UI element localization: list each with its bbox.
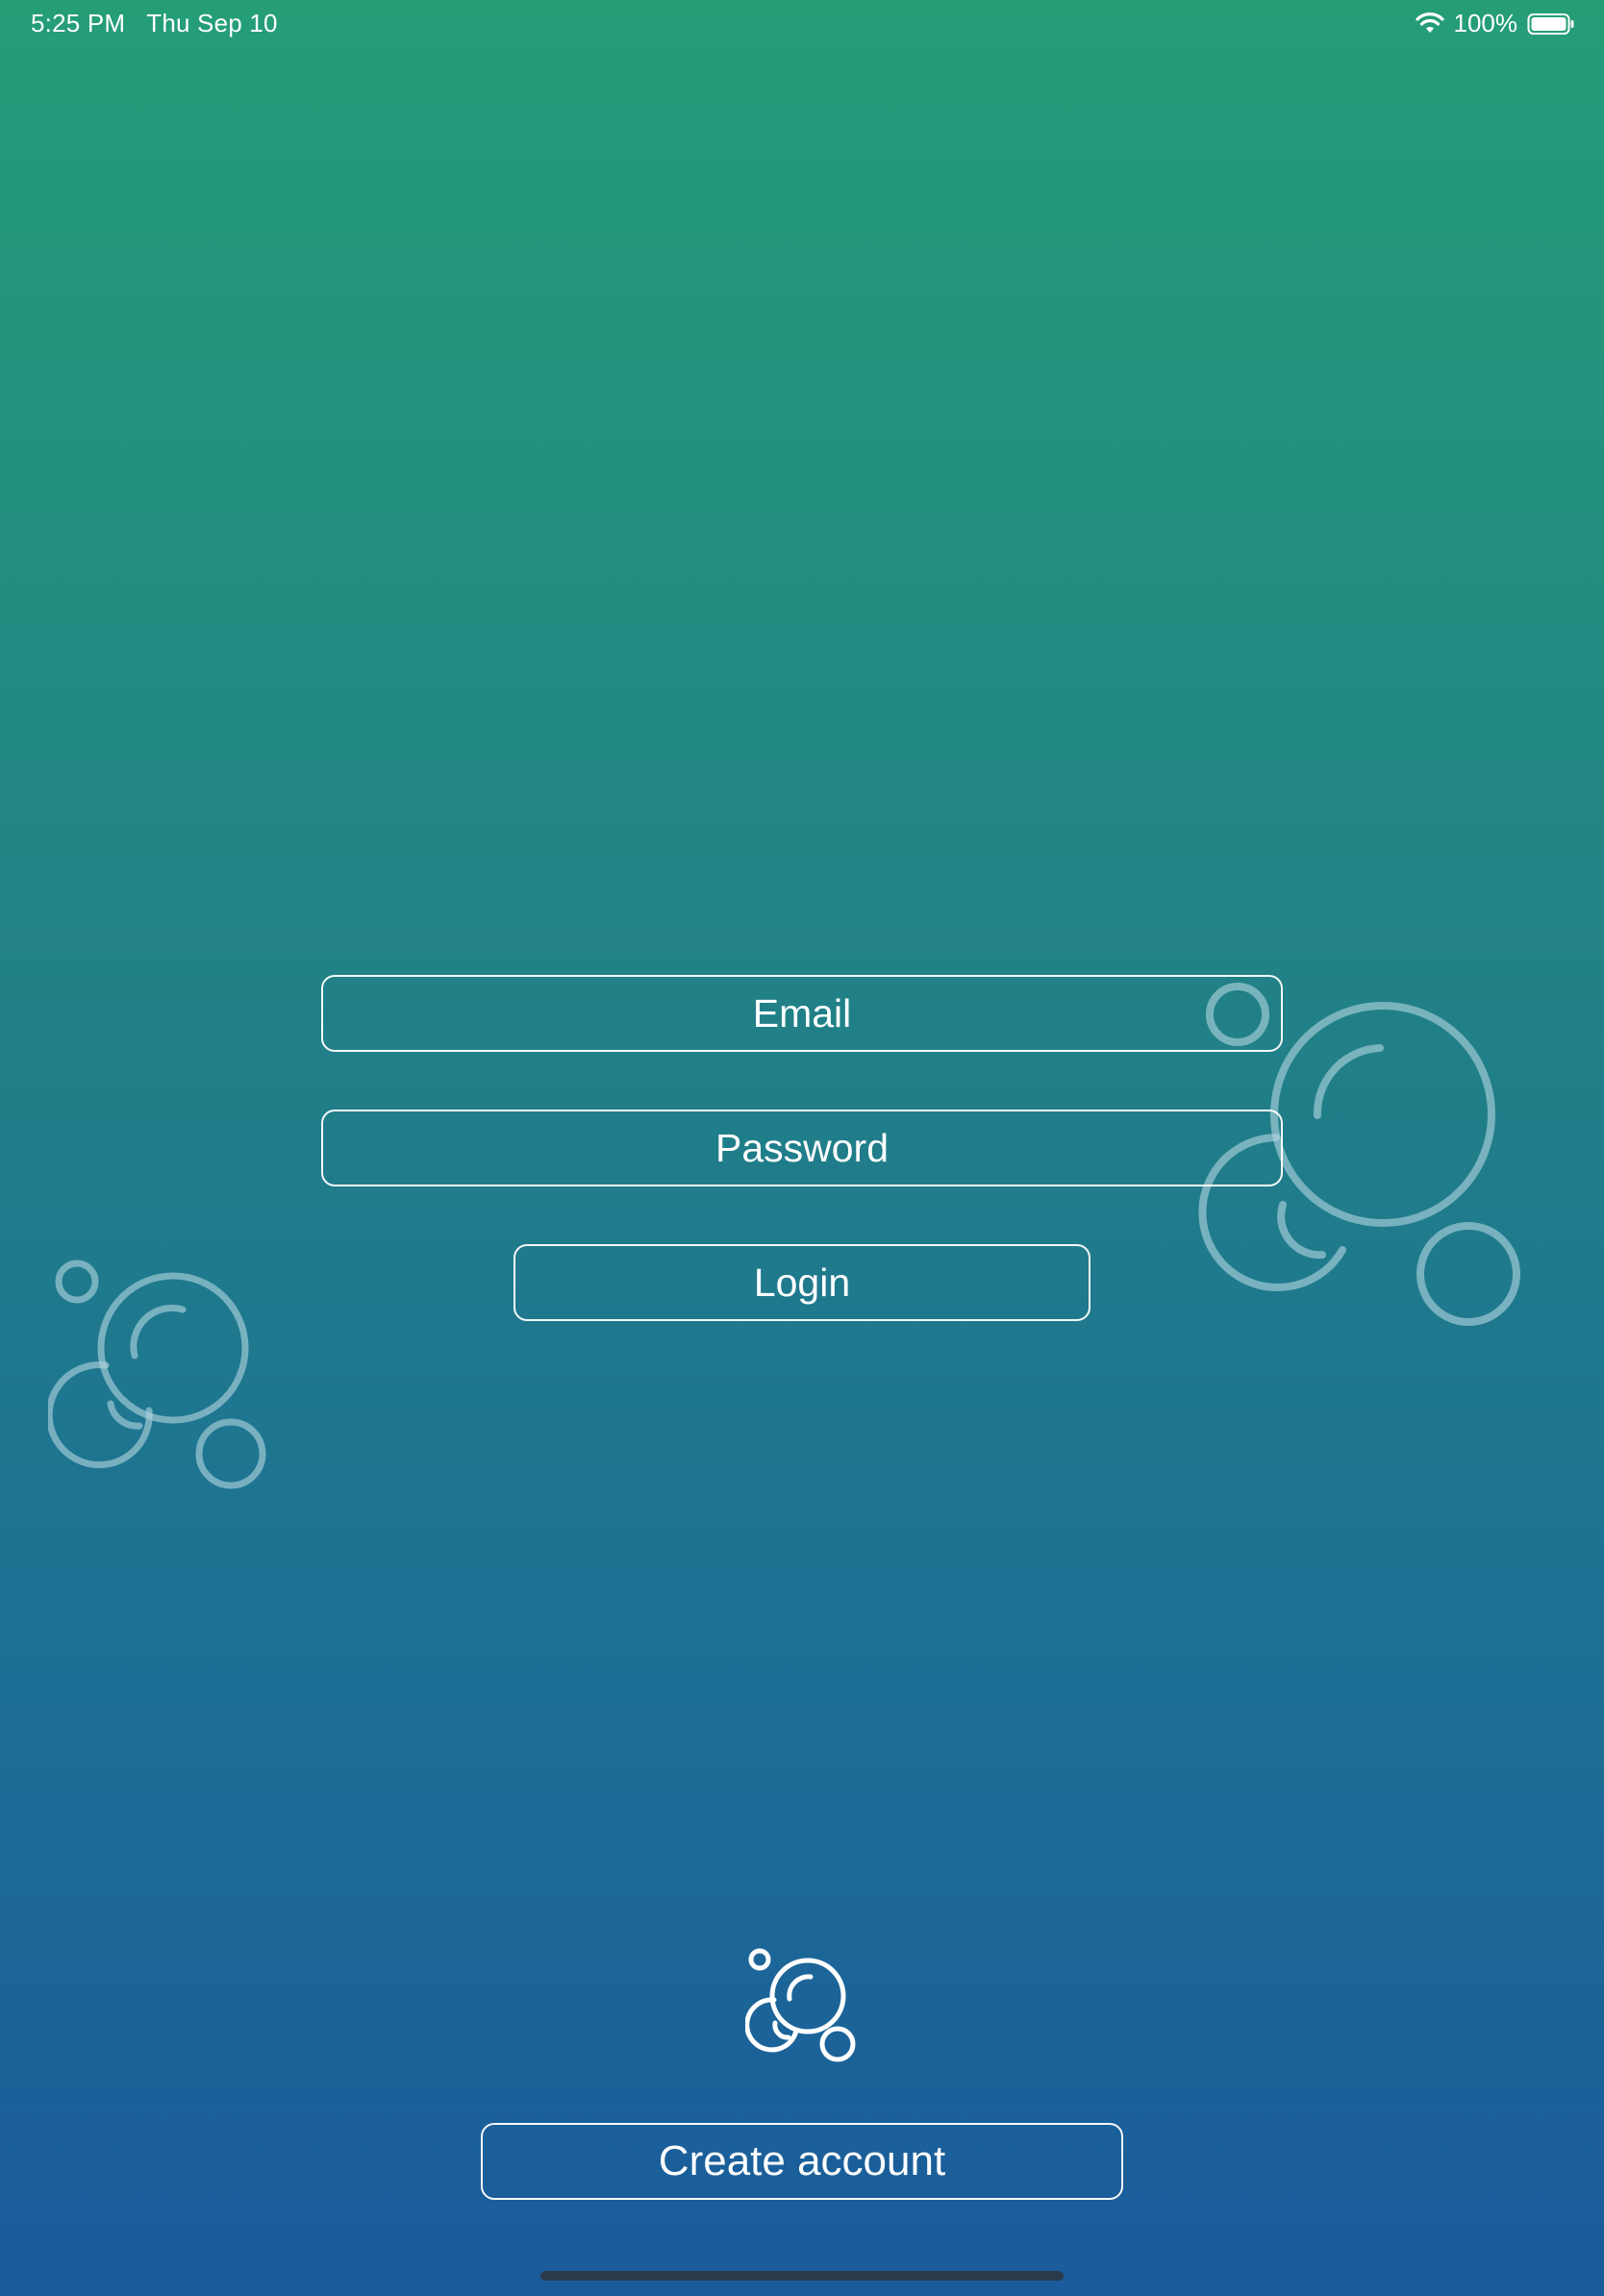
create-account-button[interactable]: Create account — [481, 2123, 1123, 2200]
bubbles-icon — [48, 1260, 266, 1489]
status-time: 5:25 PM — [31, 9, 126, 37]
status-right: 100% — [1415, 9, 1576, 38]
status-date: Thu Sep 10 — [146, 9, 278, 37]
login-label: Login — [753, 1260, 851, 1305]
battery-icon — [1527, 12, 1575, 36]
home-indicator[interactable] — [540, 2271, 1064, 2281]
email-field[interactable] — [321, 975, 1283, 1052]
status-bar: 5:25 PM Thu Sep 10 100% — [0, 0, 1604, 46]
create-account-label: Create account — [658, 2137, 946, 2184]
bubbles-logo-icon — [745, 1948, 856, 2062]
wifi-icon — [1415, 12, 1444, 36]
login-button[interactable]: Login — [514, 1244, 1090, 1321]
password-field[interactable] — [321, 1110, 1283, 1186]
status-left: 5:25 PM Thu Sep 10 — [31, 9, 278, 38]
battery-percent: 100% — [1453, 9, 1518, 37]
